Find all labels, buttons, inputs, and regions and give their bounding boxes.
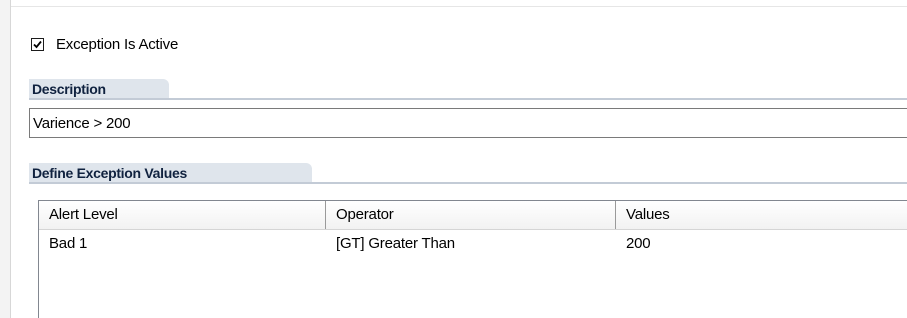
exception-values-section-line: [29, 182, 907, 184]
exception-editor-panel: Exception Is Active Description Define E…: [0, 0, 907, 318]
exception-values-section-header: Define Exception Values: [29, 163, 312, 183]
table-row[interactable]: Bad 1 [GT] Greater Than 200: [39, 231, 907, 257]
exception-values-grid[interactable]: Alert Level Operator Values Bad 1 [GT] G…: [38, 200, 907, 318]
description-section-line: [29, 98, 907, 100]
exception-active-checkbox[interactable]: [31, 37, 44, 51]
description-input[interactable]: [29, 108, 907, 138]
window-left-edge: [0, 0, 11, 318]
grid-header: Alert Level Operator Values: [39, 201, 907, 230]
values-cell[interactable]: 200: [616, 231, 907, 257]
operator-cell[interactable]: [GT] Greater Than: [326, 231, 616, 257]
column-header-values[interactable]: Values: [616, 201, 907, 229]
top-divider: [11, 6, 907, 7]
column-header-operator[interactable]: Operator: [326, 201, 616, 229]
exception-active-row[interactable]: Exception Is Active: [31, 34, 178, 54]
description-section-header: Description: [29, 79, 169, 99]
checkmark-icon: [33, 40, 42, 48]
exception-active-label: Exception Is Active: [56, 35, 179, 53]
column-header-alert-level[interactable]: Alert Level: [39, 201, 326, 229]
alert-level-cell[interactable]: Bad 1: [39, 231, 326, 257]
